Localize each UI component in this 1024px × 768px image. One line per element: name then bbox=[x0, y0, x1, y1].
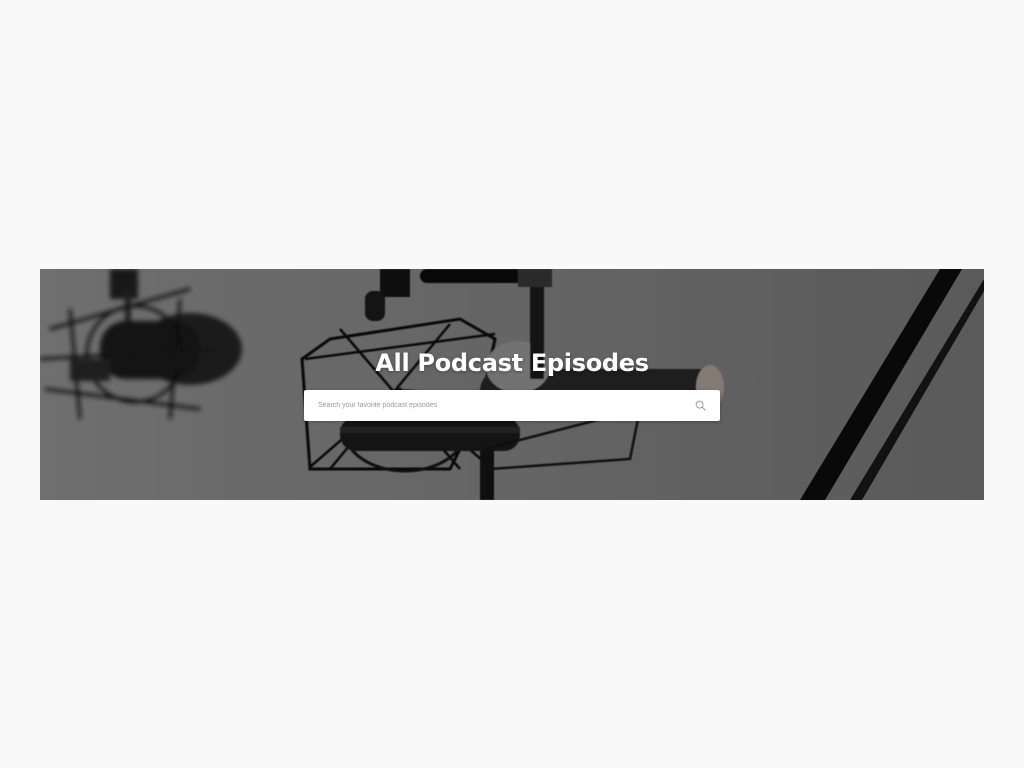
search-icon[interactable] bbox=[695, 400, 706, 411]
search-input[interactable] bbox=[304, 390, 684, 421]
page-title: All Podcast Episodes bbox=[375, 349, 649, 377]
search-bar[interactable] bbox=[304, 390, 720, 421]
hero-content: All Podcast Episodes bbox=[40, 269, 984, 500]
hero-banner: All Podcast Episodes bbox=[40, 269, 984, 500]
